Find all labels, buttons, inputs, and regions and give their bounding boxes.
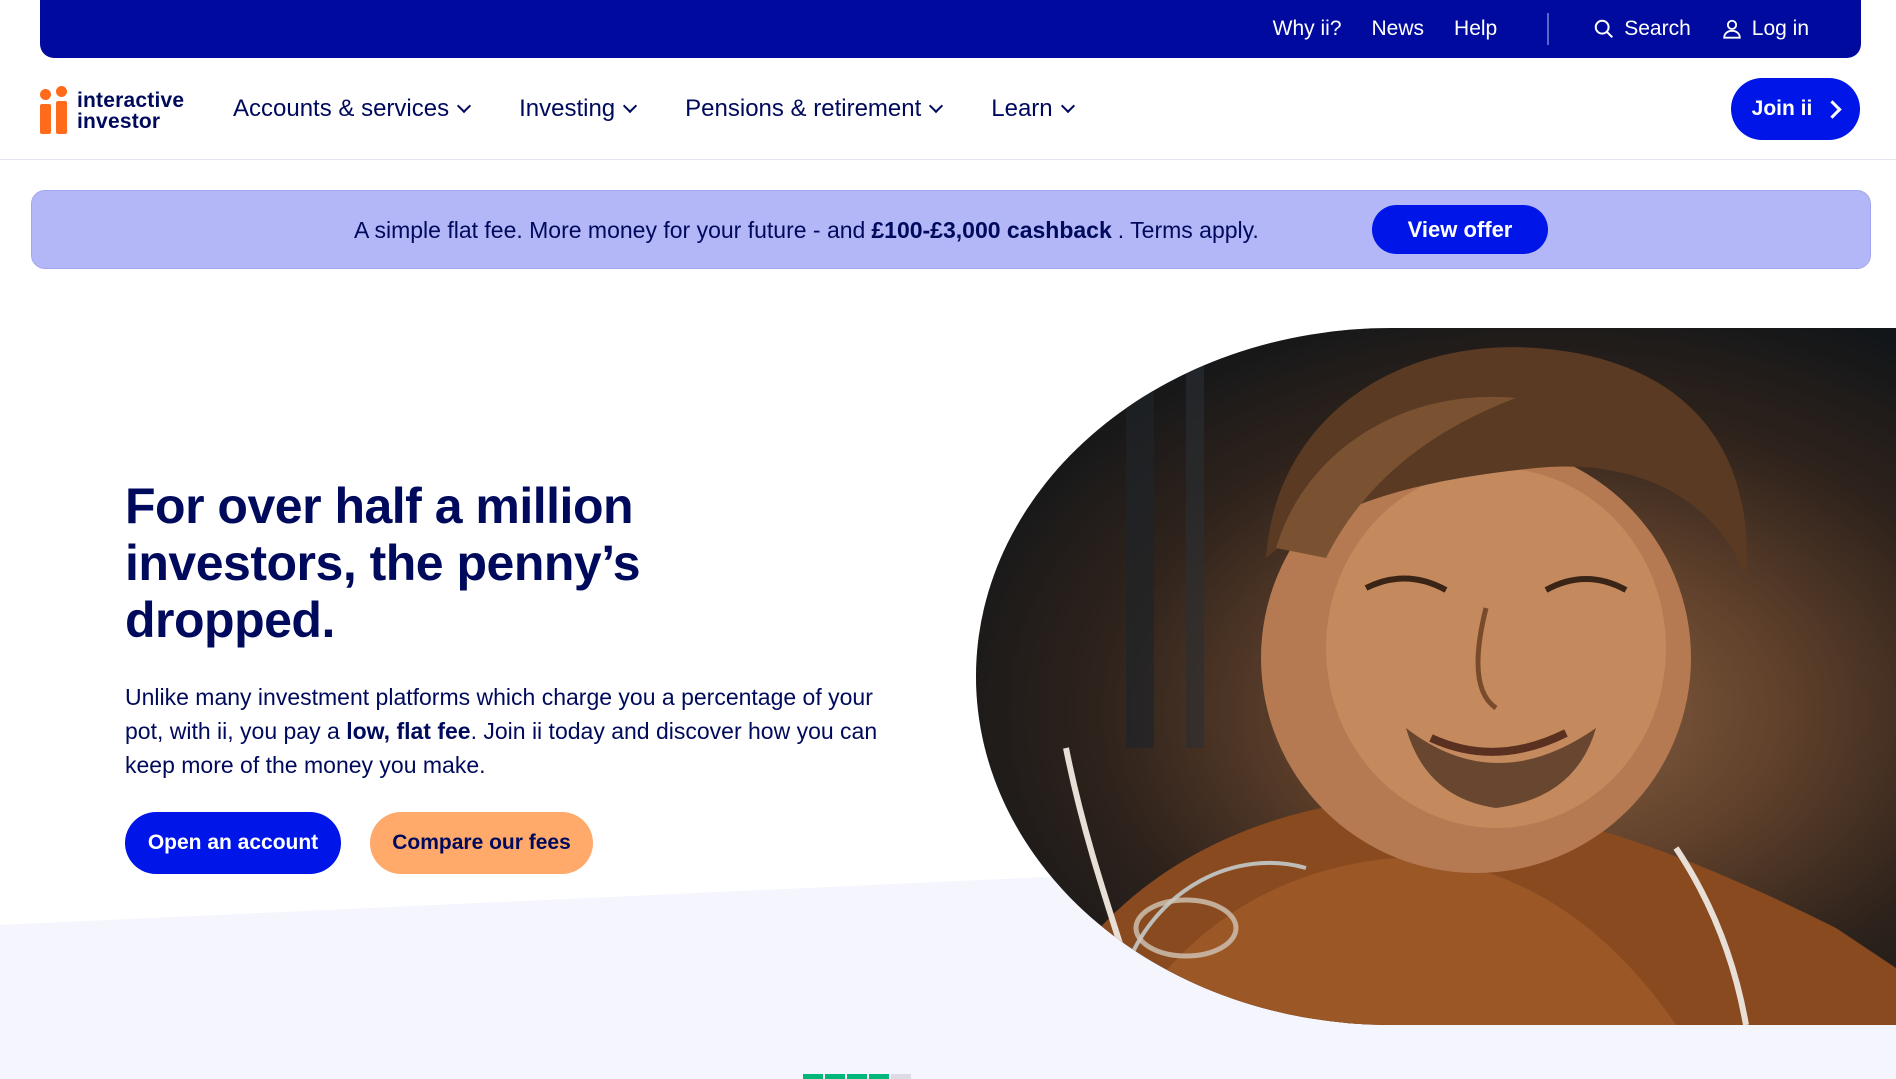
hero-title: For over half a million investors, the p… [125, 478, 641, 648]
utility-links: Why ii? News Help Search Log in [1273, 0, 1809, 58]
logo-text: interactive investor [77, 86, 184, 132]
chevron-down-icon [1060, 98, 1075, 113]
logo[interactable]: interactive investor [40, 86, 184, 134]
logo-line2: investor [77, 110, 161, 133]
utility-divider [1547, 13, 1550, 45]
nav-item-learn[interactable]: Learn [991, 94, 1075, 123]
nav-item-label: Accounts & services [233, 94, 450, 122]
promo-text-after: . Terms apply. [1117, 217, 1259, 243]
user-icon [1723, 19, 1741, 39]
hero-body: Unlike many investment platforms which c… [125, 680, 895, 782]
open-account-button[interactable]: Open an account [125, 812, 341, 874]
hero-body-bold: low, flat fee [346, 718, 471, 744]
hero-image [976, 328, 1896, 1025]
join-ii-button[interactable]: Join ii [1731, 78, 1860, 140]
search-icon [1594, 19, 1614, 38]
primary-nav: Accounts & services Investing Pensions &… [233, 58, 1123, 159]
why-ii-link[interactable]: Why ii? [1273, 17, 1342, 41]
star-icon [803, 1074, 823, 1079]
news-link[interactable]: News [1372, 17, 1425, 41]
nav-item-label: Learn [991, 94, 1053, 122]
hero-photo-illustration [976, 328, 1896, 1025]
chevron-down-icon [623, 98, 638, 113]
nav-item-accounts-services[interactable]: Accounts & services [233, 94, 472, 123]
star-icon [891, 1074, 911, 1079]
view-offer-button[interactable]: View offer [1372, 205, 1548, 254]
promo-cashback: £100-£3,000 cashback [871, 217, 1112, 243]
help-link[interactable]: Help [1454, 17, 1497, 41]
main-nav: interactive investor Accounts & services… [0, 58, 1896, 160]
login-label: Log in [1751, 17, 1809, 40]
nav-item-label: Pensions & retirement [685, 94, 922, 122]
star-icon [825, 1074, 845, 1079]
trustpilot-stars [803, 1074, 913, 1079]
chevron-down-icon [929, 98, 944, 113]
join-label: Join ii [1751, 97, 1813, 120]
nav-item-investing[interactable]: Investing [519, 94, 638, 123]
promo-text-before: A simple flat fee. More money for your f… [354, 217, 866, 243]
nav-item-label: Investing [519, 94, 616, 122]
nav-item-pensions-retirement[interactable]: Pensions & retirement [685, 94, 944, 123]
search-link[interactable]: Search [1593, 17, 1691, 41]
chevron-right-icon [1823, 99, 1843, 119]
chevron-down-icon [457, 98, 472, 113]
logo-line1: interactive [77, 89, 185, 112]
promo-banner: A simple flat fee. More money for your f… [31, 190, 1871, 269]
star-icon [847, 1074, 867, 1079]
ii-logo-icon [40, 86, 70, 134]
star-icon [869, 1074, 889, 1079]
login-link[interactable]: Log in [1721, 17, 1809, 41]
search-label: Search [1624, 17, 1691, 40]
promo-text: A simple flat fee. More money for your f… [354, 191, 1259, 270]
compare-fees-button[interactable]: Compare our fees [370, 812, 593, 874]
utility-bar: Why ii? News Help Search Log in [40, 0, 1861, 58]
